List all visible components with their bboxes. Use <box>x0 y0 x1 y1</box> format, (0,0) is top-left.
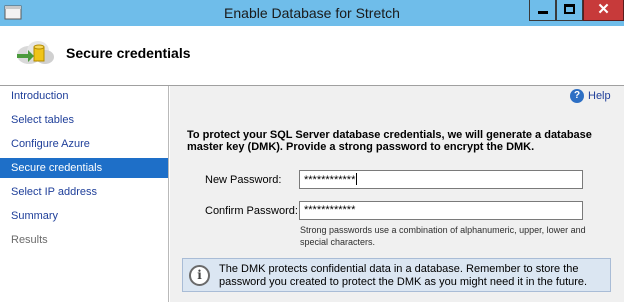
close-button[interactable]: ✕ <box>583 0 624 21</box>
maximize-button[interactable] <box>556 0 583 21</box>
close-icon: ✕ <box>597 1 610 18</box>
page-title: Secure credentials <box>66 45 191 61</box>
password-hint: Strong passwords use a combination of al… <box>300 225 586 247</box>
minimize-button[interactable] <box>529 0 556 21</box>
info-box: i The DMK protects confidential data in … <box>182 258 611 292</box>
nav-item-configure-azure[interactable]: Configure Azure <box>0 134 168 154</box>
text-caret <box>356 173 358 185</box>
confirm-password-field[interactable]: ************ <box>299 201 583 220</box>
page-header: Secure credentials <box>0 26 624 86</box>
info-icon: i <box>189 265 210 286</box>
confirm-password-label: Confirm Password: <box>205 205 298 217</box>
info-text: The DMK protects confidential data in a … <box>219 263 588 288</box>
confirm-password-value: ************ <box>304 204 356 216</box>
maximize-icon <box>564 4 575 14</box>
cloud-database-icon <box>17 41 54 64</box>
intro-text: To protect your SQL Server database cred… <box>187 129 592 153</box>
wizard-nav: Introduction Select tables Configure Azu… <box>0 86 169 302</box>
nav-item-select-tables[interactable]: Select tables <box>0 110 168 130</box>
minimize-icon <box>538 11 548 14</box>
new-password-field[interactable]: ************ <box>299 170 583 189</box>
nav-item-select-ip-address[interactable]: Select IP address <box>0 182 168 202</box>
help-icon: ? <box>570 89 584 103</box>
nav-item-introduction[interactable]: Introduction <box>0 86 168 106</box>
nav-item-results: Results <box>11 234 48 246</box>
title-bar: Enable Database for Stretch ✕ <box>0 0 624 26</box>
nav-item-summary[interactable]: Summary <box>0 206 168 226</box>
help-label: Help <box>588 90 611 102</box>
new-password-label: New Password: <box>205 174 282 186</box>
new-password-value: ************ <box>304 174 356 186</box>
main-panel: ? Help To protect your SQL Server databa… <box>170 86 624 302</box>
nav-item-secure-credentials[interactable]: Secure credentials <box>0 158 168 178</box>
